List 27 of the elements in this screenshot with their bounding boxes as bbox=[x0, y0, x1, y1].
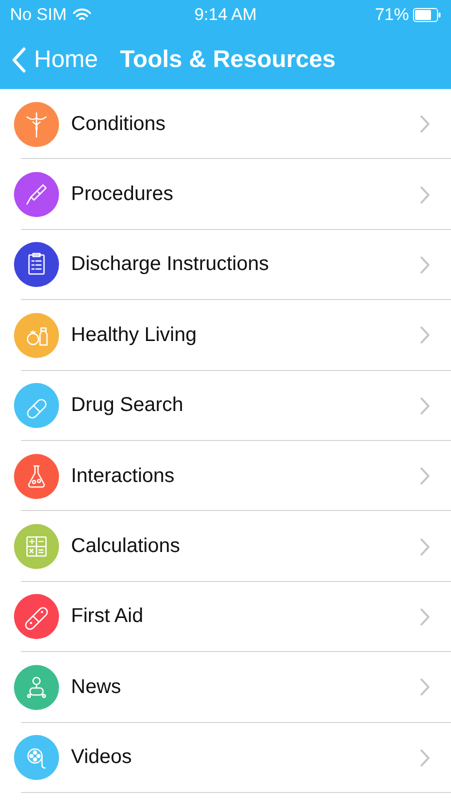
wifi-icon bbox=[72, 8, 91, 22]
battery-text: 71% bbox=[374, 5, 409, 25]
menu-item[interactable]: Calculations bbox=[71, 535, 420, 558]
menu-item[interactable]: Interactions bbox=[71, 464, 420, 488]
chevron-icon bbox=[420, 748, 430, 767]
clock-text: 9:14 AM bbox=[194, 5, 257, 25]
page-title: Tools & Resources bbox=[120, 46, 336, 74]
menu-item[interactable]: News bbox=[71, 676, 420, 699]
chevron-icon bbox=[420, 608, 430, 626]
carrier-text: No SIM bbox=[10, 5, 67, 25]
back-chevron-icon bbox=[12, 46, 26, 72]
chevron-icon bbox=[420, 467, 430, 486]
chevron-icon bbox=[420, 326, 430, 344]
chevron-icon bbox=[420, 256, 430, 274]
menu-item[interactable]: Healthy Living bbox=[71, 324, 420, 347]
battery-icon bbox=[413, 8, 441, 22]
chevron-icon bbox=[420, 115, 430, 134]
menu-item[interactable]: Conditions bbox=[71, 112, 420, 136]
chevron-icon bbox=[420, 396, 430, 415]
chevron-icon bbox=[420, 186, 430, 204]
chevron-icon bbox=[420, 538, 430, 556]
menu-item[interactable]: First Aid bbox=[71, 605, 420, 628]
menu-item[interactable]: Discharge Instructions bbox=[71, 253, 420, 276]
menu-item[interactable]: Drug Search bbox=[71, 394, 420, 418]
menu-item[interactable]: Procedures bbox=[71, 183, 420, 206]
menu-item[interactable]: Videos bbox=[71, 746, 420, 770]
chevron-icon bbox=[420, 678, 430, 696]
